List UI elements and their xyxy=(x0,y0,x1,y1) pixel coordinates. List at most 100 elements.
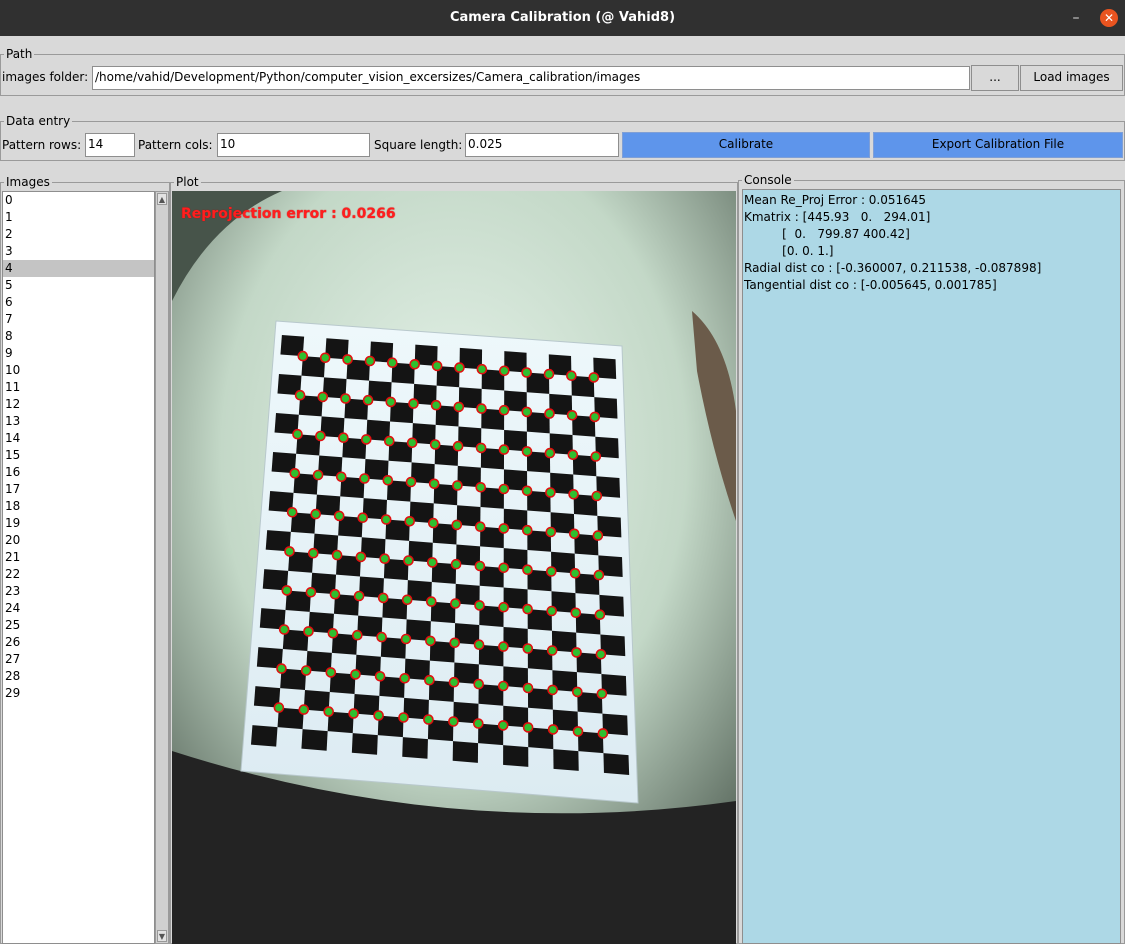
plot-canvas[interactable]: Reprojection error : 0.0266 xyxy=(172,191,736,944)
list-item[interactable]: 12 xyxy=(3,396,154,413)
corner-marker xyxy=(545,566,557,577)
corner-marker xyxy=(300,665,312,676)
list-item[interactable]: 8 xyxy=(3,328,154,345)
corner-marker xyxy=(405,476,417,488)
list-item[interactable]: 2 xyxy=(3,226,154,243)
calibrate-button[interactable]: Calibrate xyxy=(622,132,870,158)
corner-marker xyxy=(427,517,439,529)
corner-marker xyxy=(497,720,509,731)
pattern-rows-label: Pattern rows: xyxy=(2,138,82,152)
corner-marker xyxy=(379,553,390,565)
corner-marker xyxy=(308,547,319,559)
corner-marker xyxy=(310,508,321,520)
corner-marker xyxy=(454,362,465,373)
corner-marker xyxy=(276,663,287,674)
corner-marker xyxy=(377,592,389,604)
console-output: Mean Re_Proj Error : 0.051645 Kmatrix : [… xyxy=(742,189,1121,944)
scroll-down-icon[interactable]: ▼ xyxy=(157,930,167,942)
list-item[interactable]: 14 xyxy=(3,430,154,447)
console-line: [ 0. 799.87 400.42] xyxy=(744,227,910,241)
list-item[interactable]: 10 xyxy=(3,362,154,379)
list-item[interactable]: 17 xyxy=(3,481,154,498)
list-item[interactable]: 4 xyxy=(3,260,154,277)
corner-marker xyxy=(571,647,582,658)
export-calibration-button[interactable]: Export Calibration File xyxy=(873,132,1123,158)
corner-marker xyxy=(430,399,442,411)
list-item[interactable]: 26 xyxy=(3,634,154,651)
corner-marker xyxy=(545,487,556,498)
list-item[interactable]: 18 xyxy=(3,498,154,515)
corner-marker xyxy=(312,469,324,481)
corner-marker xyxy=(547,724,559,735)
corner-marker xyxy=(476,403,487,414)
corner-marker xyxy=(338,432,349,443)
checker-square xyxy=(503,745,529,767)
corner-marker xyxy=(425,635,436,647)
list-item[interactable]: 15 xyxy=(3,447,154,464)
corner-marker xyxy=(568,528,580,540)
corner-marker xyxy=(317,391,329,403)
corner-marker xyxy=(323,706,334,717)
list-item[interactable]: 3 xyxy=(3,243,154,260)
list-item[interactable]: 9 xyxy=(3,345,154,362)
pattern-cols-input[interactable]: 10 xyxy=(217,133,370,157)
corner-marker xyxy=(340,393,351,404)
list-item[interactable]: 27 xyxy=(3,651,154,668)
close-icon[interactable]: ✕ xyxy=(1100,9,1118,27)
corner-marker xyxy=(474,521,486,533)
corner-marker xyxy=(431,360,443,372)
corner-marker xyxy=(522,564,533,576)
list-item[interactable]: 6 xyxy=(3,294,154,311)
list-item[interactable]: 20 xyxy=(3,532,154,549)
console-line: Tangential dist co : [-0.005645, 0.00178… xyxy=(744,278,997,292)
minimize-icon[interactable]: – xyxy=(1068,7,1084,29)
corner-marker xyxy=(373,710,384,721)
corner-marker xyxy=(281,585,293,596)
corner-marker xyxy=(498,601,509,613)
list-item[interactable]: 11 xyxy=(3,379,154,396)
images-folder-input[interactable]: /home/vahid/Development/Python/computer_… xyxy=(92,66,970,90)
list-item[interactable]: 24 xyxy=(3,600,154,617)
corner-marker xyxy=(424,674,435,686)
list-item[interactable]: 23 xyxy=(3,583,154,600)
image-list[interactable]: 0 1 2 3 4 5 6 7 8 9 10 11 12 13 14 15 16 17 18 19 20 21 22 23 24… xyxy=(2,191,155,944)
corner-marker xyxy=(567,449,579,461)
corner-marker xyxy=(498,483,510,495)
corner-marker xyxy=(357,512,368,524)
list-item[interactable]: 29 xyxy=(3,685,154,702)
list-item[interactable]: 28 xyxy=(3,668,154,685)
list-item[interactable]: 19 xyxy=(3,515,154,532)
pattern-rows-input[interactable]: 14 xyxy=(85,133,135,157)
corner-marker xyxy=(303,626,314,637)
list-item[interactable]: 22 xyxy=(3,566,154,583)
corner-marker xyxy=(591,490,603,502)
list-item[interactable]: 1 xyxy=(3,209,154,226)
corner-marker xyxy=(522,643,534,654)
list-item[interactable]: 13 xyxy=(3,413,154,430)
corner-marker xyxy=(325,667,337,678)
square-length-input[interactable]: 0.025 xyxy=(465,133,619,157)
list-item[interactable]: 0 xyxy=(3,192,154,209)
corner-marker xyxy=(387,357,398,368)
corner-marker xyxy=(319,352,331,364)
corner-marker xyxy=(429,439,441,450)
checker-square xyxy=(351,733,378,755)
list-item[interactable]: 21 xyxy=(3,549,154,566)
scroll-up-icon[interactable]: ▲ xyxy=(157,193,167,205)
corner-marker xyxy=(450,598,461,609)
corner-marker xyxy=(590,451,602,462)
corner-marker xyxy=(348,708,359,719)
list-item[interactable]: 5 xyxy=(3,277,154,294)
checker-square xyxy=(553,749,579,771)
list-item[interactable]: 7 xyxy=(3,311,154,328)
image-list-scrollbar[interactable]: ▲ ▼ xyxy=(155,191,169,944)
load-images-button[interactable]: Load images xyxy=(1020,65,1123,91)
corner-marker xyxy=(594,609,606,621)
browse-button[interactable]: ... xyxy=(971,65,1019,91)
list-item[interactable]: 16 xyxy=(3,464,154,481)
corner-marker xyxy=(399,672,410,684)
corner-marker xyxy=(521,406,533,418)
corner-marker xyxy=(592,530,604,541)
list-item[interactable]: 25 xyxy=(3,617,154,634)
corner-marker xyxy=(522,682,534,694)
